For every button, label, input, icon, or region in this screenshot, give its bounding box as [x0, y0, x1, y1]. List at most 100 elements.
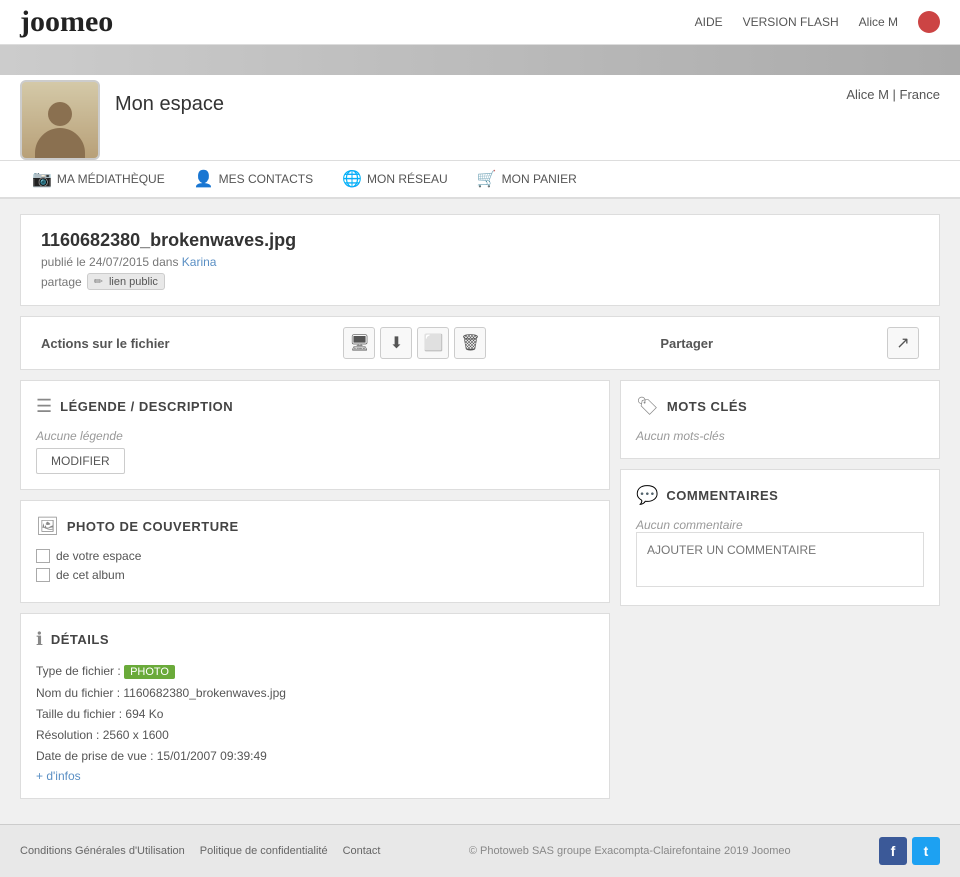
- pen-icon: ✏: [94, 276, 103, 288]
- commentaires-header: 💬 COMMENTAIRES: [636, 485, 924, 506]
- contacts-icon: 👤: [194, 169, 214, 189]
- commentaires-icon: 💬: [636, 485, 658, 506]
- radio-espace-label: de votre espace: [56, 549, 141, 563]
- nom-label: Nom du fichier :: [36, 686, 120, 700]
- footer: Conditions Générales d'Utilisation Polit…: [0, 824, 960, 877]
- no-legende-text: Aucune légende: [36, 429, 594, 443]
- no-mots-cles-text: Aucun mots-clés: [636, 429, 924, 443]
- detail-resolution: Résolution : 2560 x 1600: [36, 726, 594, 744]
- privacy-link[interactable]: Politique de confidentialité: [200, 845, 328, 857]
- partager-label: Partager: [660, 336, 713, 351]
- actions-label: Actions sur le fichier: [41, 336, 170, 351]
- logo: j oomeo: [20, 5, 113, 39]
- nom-value: 1160682380_brokenwaves.jpg: [123, 686, 286, 700]
- twitter-button[interactable]: t: [912, 837, 940, 865]
- legende-header: ☰ LÉGENDE / DESCRIPTION: [36, 396, 594, 417]
- nav-mediatheque-label: MA MÉDIATHÈQUE: [57, 172, 165, 186]
- partage-label: partage: [41, 275, 82, 289]
- modifier-button[interactable]: MODIFIER: [36, 448, 125, 474]
- resolution-label: Résolution :: [36, 728, 99, 742]
- nav-bar: 📷 MA MÉDIATHÈQUE 👤 MES CONTACTS 🌐 MON RÉ…: [0, 161, 960, 199]
- profile-area: Mon espace Alice M | France: [0, 75, 960, 161]
- banner: [0, 45, 960, 75]
- nav-panier[interactable]: 🛒 MON PANIER: [465, 161, 589, 199]
- legende-title: LÉGENDE / DESCRIPTION: [60, 399, 233, 414]
- details-title: DÉTAILS: [51, 632, 109, 647]
- version-flash-link[interactable]: VERSION FLASH: [743, 15, 839, 29]
- action-view-btn[interactable]: 🖥: [343, 327, 375, 359]
- nav-mediatheque[interactable]: 📷 MA MÉDIATHÈQUE: [20, 161, 177, 199]
- lien-public-badge[interactable]: ✏ lien public: [87, 273, 165, 290]
- comment-input[interactable]: [636, 532, 924, 587]
- user-name-link[interactable]: Alice M: [859, 15, 898, 29]
- nav-panier-label: MON PANIER: [502, 172, 577, 186]
- taille-label: Taille du fichier :: [36, 707, 122, 721]
- radio-album[interactable]: de cet album: [36, 568, 594, 582]
- nav-contacts-label: MES CONTACTS: [219, 172, 313, 186]
- logo-text2: oomeo: [30, 5, 113, 39]
- radio-box-espace[interactable]: [36, 549, 50, 563]
- file-meta: publié le 24/07/2015 dans Karina: [41, 255, 919, 269]
- nav-reseau[interactable]: 🌐 MON RÉSEAU: [330, 161, 460, 199]
- mots-cles-header: 🏷 MOTS CLÉS: [636, 396, 924, 417]
- resolution-value: 2560 x 1600: [103, 728, 169, 742]
- col-right: 🏷 MOTS CLÉS Aucun mots-clés 💬 COMMENTAIR…: [620, 380, 940, 799]
- detail-date: Date de prise de vue : 15/01/2007 09:39:…: [36, 747, 594, 765]
- avatar-image: [22, 82, 98, 158]
- share-button[interactable]: ↗: [887, 327, 919, 359]
- more-infos-link[interactable]: + d'infos: [36, 769, 81, 783]
- no-commentaire-text: Aucun commentaire: [636, 518, 924, 532]
- mots-cles-title: MOTS CLÉS: [667, 399, 747, 414]
- file-header: 1160682380_brokenwaves.jpg publié le 24/…: [20, 214, 940, 306]
- content: 1160682380_brokenwaves.jpg publié le 24/…: [0, 199, 960, 814]
- mots-cles-icon: 🏷: [636, 396, 659, 417]
- date-value: 15/01/2007 09:39:49: [157, 749, 267, 763]
- lien-public-text: lien public: [109, 276, 158, 288]
- action-download-btn[interactable]: ⬇: [380, 327, 412, 359]
- details-section: ℹ DÉTAILS Type de fichier : PHOTO Nom du…: [20, 613, 610, 799]
- legende-icon: ☰: [36, 396, 52, 417]
- album-link[interactable]: Karina: [182, 255, 217, 269]
- detail-nom: Nom du fichier : 1160682380_brokenwaves.…: [36, 684, 594, 702]
- nav-contacts[interactable]: 👤 MES CONTACTS: [182, 161, 325, 199]
- commentaires-section: 💬 COMMENTAIRES Aucun commentaire: [620, 469, 940, 606]
- profile-avatar: [20, 80, 100, 160]
- radio-espace[interactable]: de votre espace: [36, 549, 594, 563]
- actions-area: Actions sur le fichier 🖥 ⬇ ⬜ 🗑 Partager …: [20, 316, 940, 370]
- footer-copyright: © Photoweb SAS groupe Exacompta-Clairefo…: [469, 845, 791, 857]
- silhouette-head: [48, 102, 72, 126]
- user-info: Alice M | France: [846, 87, 940, 102]
- detail-taille: Taille du fichier : 694 Ko: [36, 705, 594, 723]
- partage-line: partage ✏ lien public: [41, 273, 919, 290]
- photo-couverture-header: 🖼 PHOTO DE COUVERTURE: [36, 516, 594, 537]
- commentaires-title: COMMENTAIRES: [666, 488, 778, 503]
- type-label: Type de fichier :: [36, 664, 121, 678]
- facebook-button[interactable]: f: [879, 837, 907, 865]
- details-header: ℹ DÉTAILS: [36, 629, 594, 650]
- published-text: publié le 24/07/2015 dans: [41, 255, 178, 269]
- avatar[interactable]: [918, 11, 940, 33]
- contact-link[interactable]: Contact: [343, 845, 381, 857]
- header: j oomeo AIDE VERSION FLASH Alice M: [0, 0, 960, 45]
- page-title: Mon espace: [115, 93, 940, 116]
- logo-text: j: [20, 5, 30, 39]
- mots-cles-section: 🏷 MOTS CLÉS Aucun mots-clés: [620, 380, 940, 459]
- social-icons: f t: [879, 837, 940, 865]
- action-delete-btn[interactable]: 🗑: [454, 327, 486, 359]
- photo-couverture-section: 🖼 PHOTO DE COUVERTURE de votre espace de…: [20, 500, 610, 603]
- cgu-link[interactable]: Conditions Générales d'Utilisation: [20, 845, 185, 857]
- aide-link[interactable]: AIDE: [695, 15, 723, 29]
- photo-couverture-icon: 🖼: [36, 516, 59, 537]
- mediatheque-icon: 📷: [32, 169, 52, 189]
- panier-icon: 🛒: [477, 169, 497, 189]
- action-buttons: 🖥 ⬇ ⬜ 🗑: [343, 327, 486, 359]
- radio-album-label: de cet album: [56, 568, 125, 582]
- taille-value: 694 Ko: [125, 707, 163, 721]
- detail-type: Type de fichier : PHOTO: [36, 662, 594, 681]
- legende-section: ☰ LÉGENDE / DESCRIPTION Aucune légende M…: [20, 380, 610, 490]
- radio-box-album[interactable]: [36, 568, 50, 582]
- footer-links: Conditions Générales d'Utilisation Polit…: [20, 845, 380, 857]
- col-left: ☰ LÉGENDE / DESCRIPTION Aucune légende M…: [20, 380, 610, 799]
- action-edit-btn[interactable]: ⬜: [417, 327, 449, 359]
- nav-reseau-label: MON RÉSEAU: [367, 172, 448, 186]
